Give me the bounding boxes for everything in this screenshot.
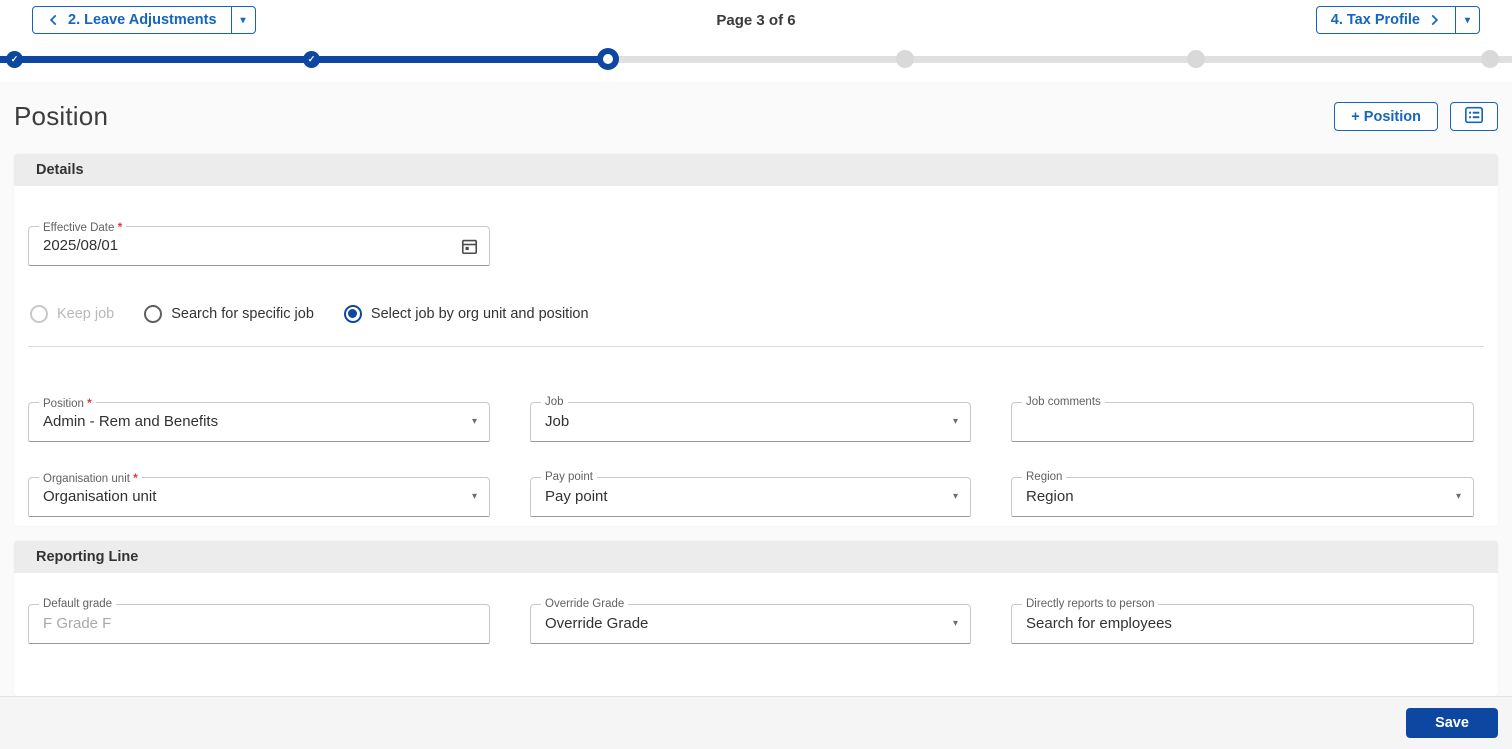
job-comments-input[interactable]: Job comments xyxy=(1011,395,1474,442)
job-comments-label: Job comments xyxy=(1022,395,1105,408)
pay-point-select[interactable]: Pay point Pay point ▾ xyxy=(530,470,971,517)
default-grade-label: Default grade xyxy=(39,597,117,610)
override-grade-value: Override Grade xyxy=(545,614,649,632)
save-button[interactable]: Save xyxy=(1406,707,1498,738)
reporting-line-section-header: Reporting Line xyxy=(14,540,1498,573)
check-icon: ✓ xyxy=(10,53,19,64)
effective-date-value: 2025/08/01 xyxy=(43,236,119,254)
caret-down-icon: ▾ xyxy=(1464,14,1470,26)
progress-stepper: ✓ ✓ xyxy=(0,40,1512,82)
position-label: Position xyxy=(43,397,84,410)
override-grade-select[interactable]: Override Grade Override Grade ▾ xyxy=(530,597,971,644)
job-value: Job xyxy=(545,412,570,430)
radio-keep-job: Keep job xyxy=(30,304,115,323)
title-row: Position + Position xyxy=(14,96,1498,138)
list-alt-icon xyxy=(1464,106,1484,127)
step-6-dot xyxy=(1481,50,1499,69)
radio-search-specific-job-label: Search for specific job xyxy=(171,305,314,322)
effective-date-label: Effective Date * xyxy=(39,219,127,234)
next-step-dropdown-button[interactable]: ▾ xyxy=(1454,6,1480,35)
reporting-line-section-body: Default grade F Grade F Override Grade O… xyxy=(14,573,1498,696)
position-list-button[interactable] xyxy=(1450,102,1498,132)
job-select[interactable]: Job Job ▾ xyxy=(530,395,971,442)
chevron-down-icon[interactable]: ▾ xyxy=(472,416,477,427)
reporting-line-fields-grid: Default grade F Grade F Override Grade O… xyxy=(28,597,1484,644)
required-asterisk: * xyxy=(87,395,92,410)
directly-reports-to-person-label: Directly reports to person xyxy=(1022,597,1159,610)
chevron-down-icon[interactable]: ▾ xyxy=(953,416,958,427)
required-asterisk: * xyxy=(117,219,123,234)
caret-down-icon: ▾ xyxy=(240,14,246,26)
position-select[interactable]: Position * Admin - Rem and Benefits ▾ xyxy=(28,395,490,442)
chevron-down-icon[interactable]: ▾ xyxy=(953,618,958,629)
next-step-label: 4. Tax Profile xyxy=(1330,12,1420,29)
organisation-unit-label: Organisation unit xyxy=(43,472,130,485)
effective-date-row: Effective Date * 2025/08/01 xyxy=(28,186,1484,266)
next-step-split-button: 4. Tax Profile ▾ xyxy=(1315,6,1480,35)
organisation-unit-select[interactable]: Organisation unit * Organisation unit ▾ xyxy=(28,470,490,517)
step-3-active-dot xyxy=(597,48,619,71)
position-value: Admin - Rem and Benefits xyxy=(43,412,219,430)
effective-date-field[interactable]: Effective Date * 2025/08/01 xyxy=(28,219,490,266)
job-label: Job xyxy=(541,395,568,408)
chevron-down-icon[interactable]: ▾ xyxy=(472,491,477,502)
add-position-button[interactable]: + Position xyxy=(1334,102,1438,132)
chevron-down-icon[interactable]: ▾ xyxy=(953,491,958,502)
page-title: Position xyxy=(14,101,109,132)
job-mode-radio-group: Keep job Search for specific job Select … xyxy=(28,304,1484,324)
chevron-left-icon xyxy=(47,13,61,27)
chevron-down-icon[interactable]: ▾ xyxy=(1456,491,1461,502)
region-select[interactable]: Region Region ▾ xyxy=(1011,470,1474,517)
radio-select-job-by-org-unit-label: Select job by org unit and position xyxy=(370,305,589,322)
prev-step-split-button: 2. Leave Adjustments ▾ xyxy=(32,6,256,35)
prev-step-label: 2. Leave Adjustments xyxy=(68,12,217,29)
wizard-page: 2. Leave Adjustments ▾ Page 3 of 6 4. Ta… xyxy=(0,0,1512,749)
override-grade-label: Override Grade xyxy=(541,597,629,610)
radio-circle-icon xyxy=(343,304,362,323)
pay-point-label: Pay point xyxy=(541,470,597,483)
default-grade-field: Default grade F Grade F xyxy=(28,597,490,644)
radio-select-job-by-org-unit[interactable]: Select job by org unit and position xyxy=(343,304,589,323)
next-step-button[interactable]: 4. Tax Profile xyxy=(1315,6,1456,35)
prev-step-dropdown-button[interactable]: ▾ xyxy=(230,6,256,35)
organisation-unit-value: Organisation unit xyxy=(43,487,157,505)
radio-keep-job-label: Keep job xyxy=(57,305,115,322)
radio-circle-icon xyxy=(30,304,48,323)
details-section-body: Effective Date * 2025/08/01 Keep job Sea… xyxy=(14,186,1498,526)
region-label: Region xyxy=(1022,470,1067,483)
prev-step-button[interactable]: 2. Leave Adjustments xyxy=(32,6,232,35)
step-4-dot xyxy=(896,50,914,69)
stepper-track xyxy=(0,55,1512,63)
active-dot-core xyxy=(603,54,613,65)
details-section: Details Effective Date * 2025/08/01 Keep… xyxy=(14,153,1498,526)
radio-search-specific-job[interactable]: Search for specific job xyxy=(144,304,314,323)
wizard-nav-bar: 2. Leave Adjustments ▾ Page 3 of 6 4. Ta… xyxy=(0,0,1512,41)
details-fields-grid: Position * Admin - Rem and Benefits ▾ Jo… xyxy=(28,395,1484,526)
section-divider xyxy=(28,345,1484,347)
calendar-icon[interactable] xyxy=(460,237,479,261)
step-2-completed-dot: ✓ xyxy=(303,50,320,68)
check-icon: ✓ xyxy=(307,53,316,64)
step-1-completed-dot: ✓ xyxy=(6,50,23,68)
footer-bar: Save xyxy=(0,695,1512,749)
required-asterisk: * xyxy=(133,470,138,485)
pay-point-value: Pay point xyxy=(545,487,608,505)
radio-circle-icon xyxy=(144,304,163,323)
step-5-dot xyxy=(1187,50,1205,69)
directly-reports-to-person-input[interactable]: Directly reports to person Search for em… xyxy=(1011,597,1474,644)
reporting-line-section: Reporting Line Default grade F Grade F O… xyxy=(14,540,1498,696)
default-grade-value: F Grade F xyxy=(43,614,112,632)
main-content: Position + Position Details Effective Da… xyxy=(0,82,1512,696)
title-actions: + Position xyxy=(1334,102,1498,132)
details-section-header: Details xyxy=(14,153,1498,186)
region-value: Region xyxy=(1026,487,1074,505)
directly-reports-to-person-value: Search for employees xyxy=(1026,614,1172,632)
chevron-right-icon xyxy=(1427,13,1441,27)
